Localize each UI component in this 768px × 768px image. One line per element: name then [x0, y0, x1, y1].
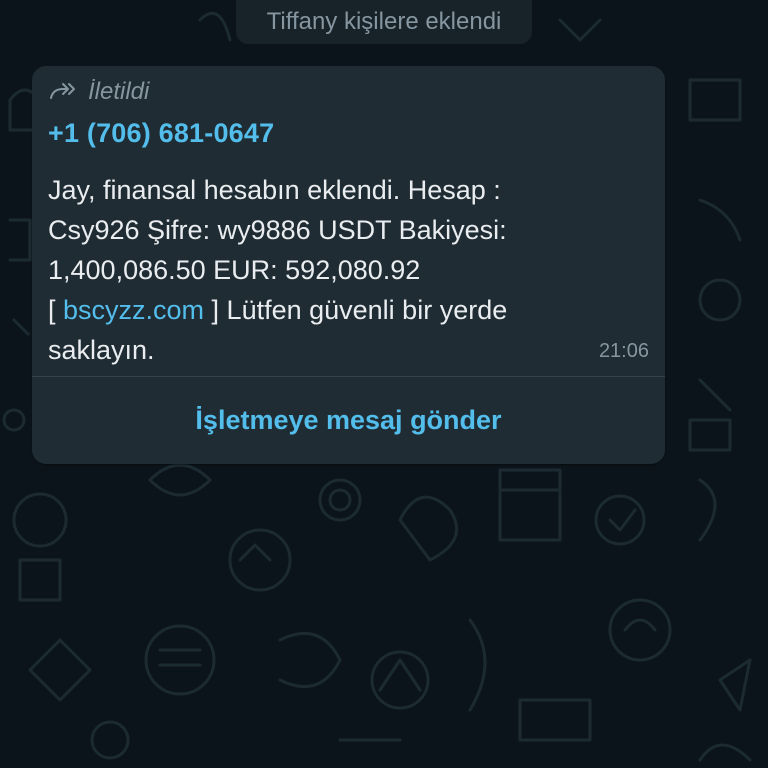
message-line: 1,400,086.50 EUR: 592,080.92: [48, 255, 421, 285]
message-line: Jay, finansal hesabın eklendi. Hesap :: [48, 175, 501, 205]
message-text: Jay, finansal hesabın eklendi. Hesap : C…: [48, 170, 608, 370]
message-timestamp: 21:06: [598, 340, 649, 362]
message-line: saklayın.: [48, 335, 155, 365]
forwarded-label: İletildi: [88, 78, 150, 105]
chat-screen: Tiffany kişilere eklendi İletildi +1 (70…: [0, 0, 768, 768]
message-bubble[interactable]: İletildi +1 (706) 681-0647 Jay, finansal…: [32, 66, 665, 464]
forward-arrows-icon: [48, 80, 78, 104]
message-link[interactable]: bscyzz.com: [63, 295, 204, 325]
message-line: Csy926 Şifre: wy9886 USDT Bakiyesi:: [48, 215, 507, 245]
link-suffix-text: ] Lütfen güvenli bir yerde: [204, 295, 508, 325]
sender-phone-number[interactable]: +1 (706) 681-0647: [48, 118, 274, 149]
system-notice-pill: Tiffany kişilere eklendi: [236, 0, 532, 44]
forwarded-indicator: İletildi: [48, 78, 149, 106]
message-business-button[interactable]: İşletmeye mesaj gönder: [32, 377, 665, 464]
message-link-line: [ bscyzz.com ] Lütfen güvenli bir yerde: [48, 290, 608, 330]
link-bracket-open: [: [48, 295, 64, 325]
system-notice-text: Tiffany kişilere eklendi: [266, 8, 502, 35]
